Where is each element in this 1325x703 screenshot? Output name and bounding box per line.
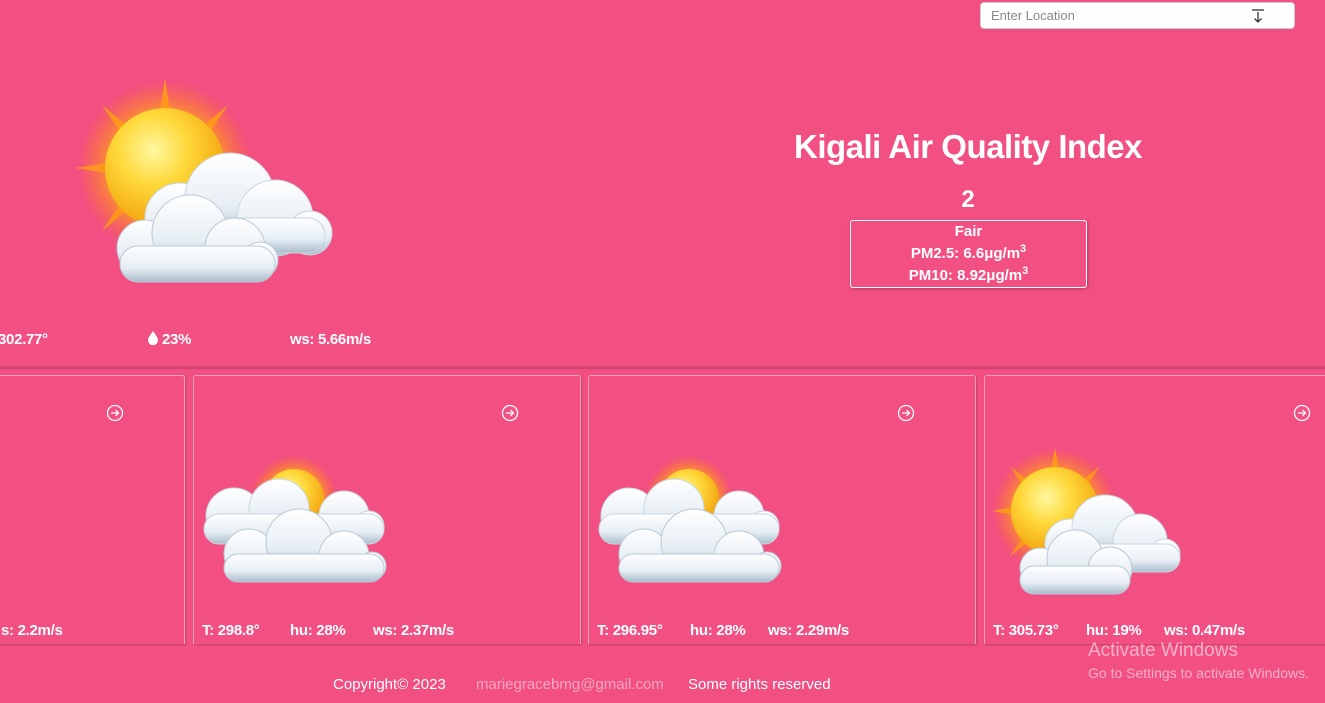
cloudy-sun-icon [589,454,789,599]
forecast-card: T: 296.95° hu: 28% ws: 2.29m/s [588,375,976,644]
forecast-card: T: 298.8° hu: 28% ws: 2.37m/s [193,375,581,644]
forecast-card: T: 305.73° hu: 19% ws: 0.47m/s [984,375,1325,644]
arrow-circle-right-icon[interactable] [1293,404,1311,427]
pm25-reading: PM2.5: 6.6μg/m3 [910,243,1027,263]
forecast-humidity: hu: 28% [690,622,746,639]
forecast-card: s: 2.2m/s [0,375,185,644]
cloudy-sun-icon [194,454,394,599]
forecast-wind: ws: 2.29m/s [768,622,849,639]
activation-watermark-hint: Go to Settings to activate Windows. [1088,665,1309,681]
forecast-humidity: hu: 28% [290,622,346,639]
search-arrow-icon[interactable] [1249,7,1267,25]
location-search [980,2,1295,29]
current-temp: 302.77° [0,331,48,348]
pm10-reading: PM10: 8.92μg/m3 [908,265,1029,285]
forecast-temp: T: 305.73° [993,622,1059,639]
forecast-wind: ws: 0.47m/s [1164,622,1245,639]
location-input[interactable] [991,3,1241,28]
arrow-circle-right-icon[interactable] [106,404,124,427]
current-wind: ws: 5.66m/s [290,331,371,348]
forecast-wind: ws: 2.37m/s [373,622,454,639]
aqi-details-box: Fair PM2.5: 6.6μg/m3 PM10: 8.92μg/m3 [850,220,1087,288]
arrow-circle-right-icon[interactable] [897,404,915,427]
email-link[interactable]: mariegracebmg@gmail.com [476,676,664,693]
current-humidity: 23% [162,331,192,348]
activation-watermark-title: Activate Windows [1088,640,1238,661]
forecast-temp: T: 296.95° [597,622,663,639]
copyright-text: Copyright© 2023 [333,676,446,693]
droplet-icon [148,331,158,348]
rights-text: Some rights reserved [688,676,831,693]
forecast-humidity: hu: 19% [1086,622,1142,639]
section-divider [0,366,1325,368]
partly-cloudy-icon [70,78,340,303]
forecast-wind: s: 2.2m/s [1,622,63,639]
forecast-temp: T: 298.8° [202,622,260,639]
aqi-value: 2 [961,186,975,213]
arrow-circle-right-icon[interactable] [501,404,519,427]
aqi-title: Kigali Air Quality Index [793,128,1143,165]
aqi-label: Fair [954,223,983,240]
partly-cloudy-icon [990,446,1190,606]
